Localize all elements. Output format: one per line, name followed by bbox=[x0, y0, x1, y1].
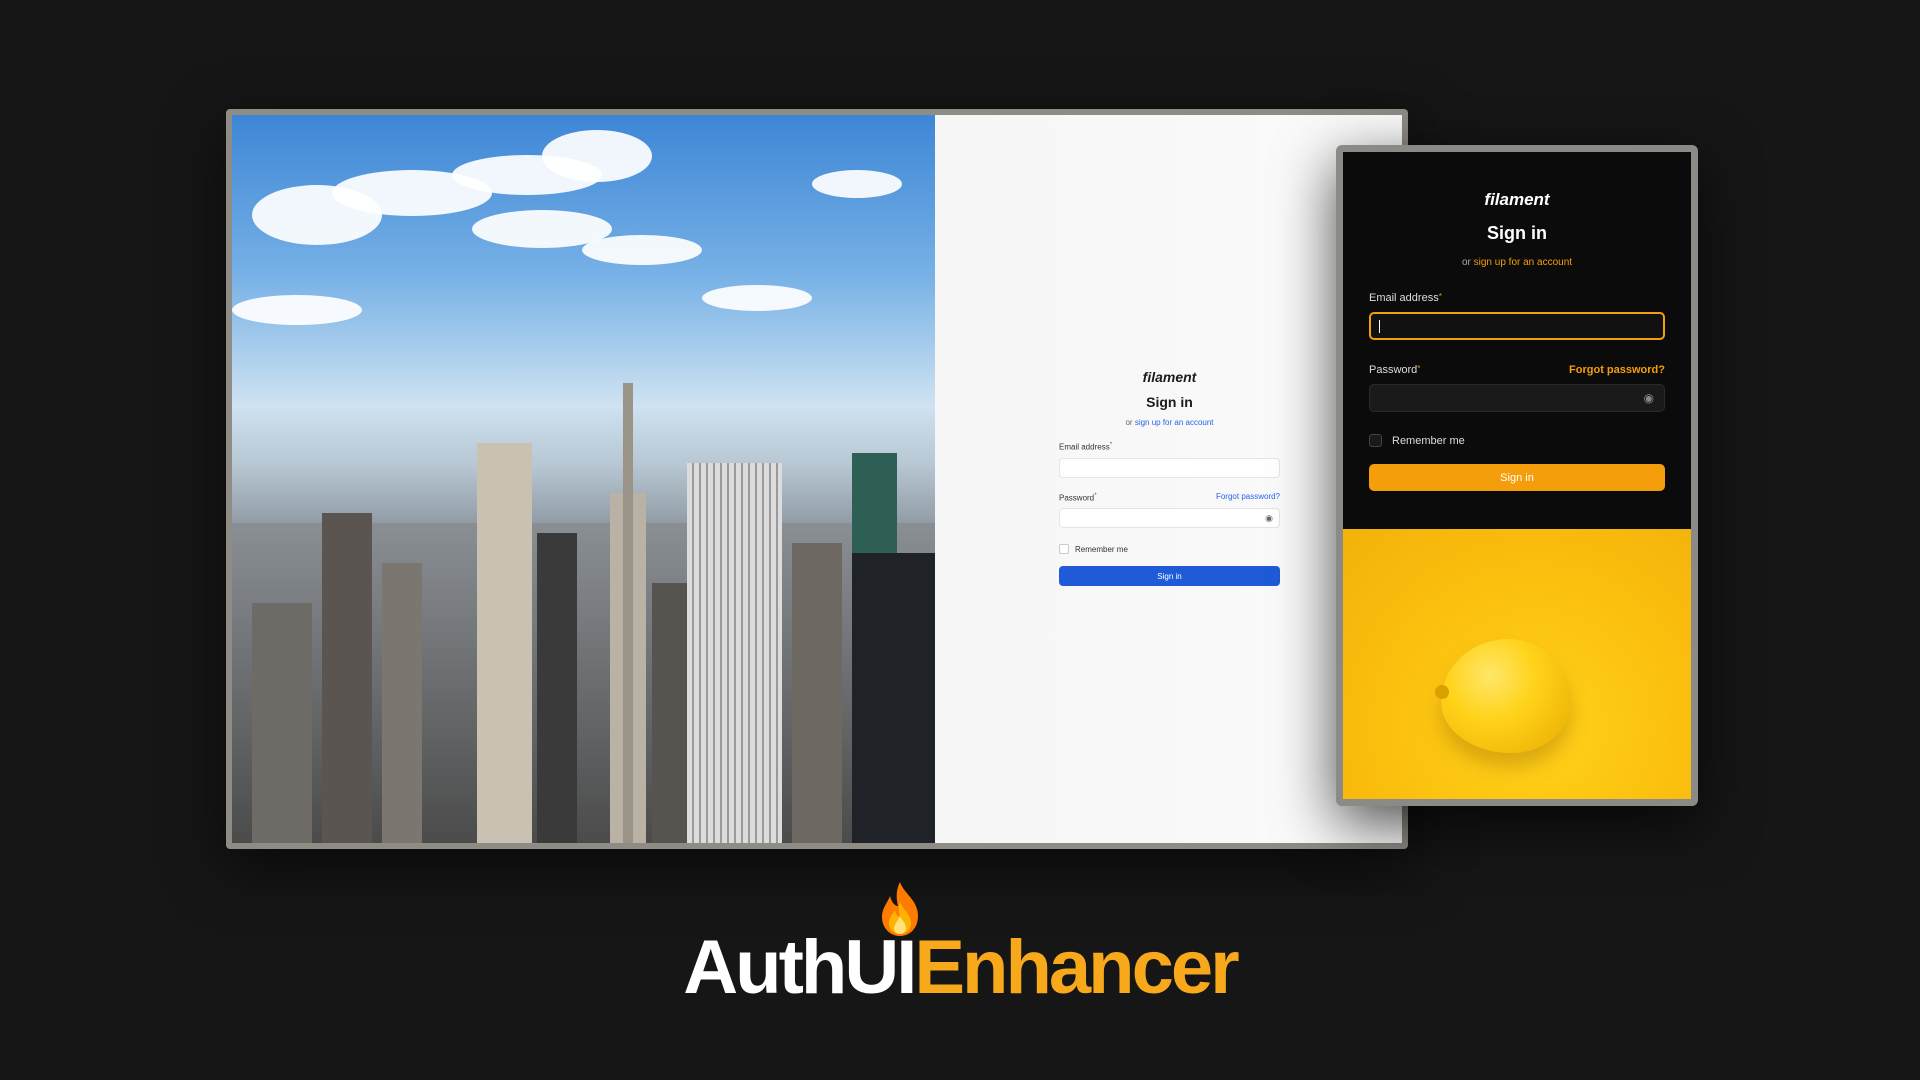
building bbox=[382, 563, 422, 843]
signup-prompt: or sign up for an account bbox=[1059, 418, 1280, 427]
building bbox=[687, 463, 782, 843]
remember-me-row: Remember me bbox=[1059, 544, 1280, 555]
form-title: Sign in bbox=[1146, 394, 1193, 410]
signup-prefix: or bbox=[1461, 257, 1471, 268]
remember-me-row: Remember me bbox=[1369, 434, 1665, 447]
brand-logo: filament bbox=[1142, 369, 1197, 385]
required-mark: * bbox=[1417, 364, 1421, 373]
mobile-login-form: filament Sign in or sign up for an accou… bbox=[1369, 190, 1665, 491]
spire bbox=[623, 383, 633, 843]
brand-logo: filament bbox=[1484, 190, 1550, 209]
email-field[interactable] bbox=[1059, 457, 1280, 478]
cloud bbox=[812, 170, 902, 198]
email-label: Email address bbox=[1059, 442, 1110, 452]
password-field[interactable]: ◉ bbox=[1369, 384, 1665, 412]
cloud bbox=[702, 285, 812, 311]
desktop-login-form: filament Sign in or sign up for an accou… bbox=[1059, 369, 1280, 587]
building bbox=[792, 543, 842, 843]
email-label-row: Email address* bbox=[1369, 292, 1665, 304]
remember-me-label: Remember me bbox=[1392, 434, 1465, 447]
city-skyline-image bbox=[232, 115, 935, 843]
eye-icon[interactable]: ◉ bbox=[1265, 513, 1273, 524]
sign-in-button[interactable]: Sign in bbox=[1059, 566, 1280, 587]
text-cursor bbox=[1379, 320, 1380, 333]
required-mark: * bbox=[1094, 491, 1097, 499]
building bbox=[477, 443, 532, 843]
forgot-password-link[interactable]: Forgot password? bbox=[1569, 364, 1665, 376]
signup-link[interactable]: sign up for an account bbox=[1135, 418, 1214, 427]
remember-me-checkbox[interactable] bbox=[1369, 434, 1382, 447]
remember-me-label: Remember me bbox=[1075, 544, 1128, 554]
required-mark: * bbox=[1109, 441, 1113, 448]
desktop-login-panel: filament Sign in or sign up for an accou… bbox=[935, 115, 1402, 843]
remember-me-checkbox[interactable] bbox=[1059, 544, 1069, 555]
building bbox=[852, 553, 935, 843]
building bbox=[322, 513, 372, 843]
cloud bbox=[252, 185, 382, 245]
eye-icon[interactable]: ◉ bbox=[1644, 391, 1654, 405]
email-field[interactable] bbox=[1369, 312, 1665, 340]
forgot-password-link[interactable]: Forgot password? bbox=[1216, 492, 1280, 503]
email-label: Email address bbox=[1369, 292, 1439, 304]
signup-prompt: or sign up for an account bbox=[1369, 257, 1665, 268]
password-label: Password bbox=[1369, 364, 1418, 376]
password-label-row: Password* Forgot password? bbox=[1369, 364, 1665, 376]
password-field[interactable]: ◉ bbox=[1059, 508, 1280, 529]
cloud bbox=[582, 235, 702, 265]
wordmark-enhancer: Enhancer bbox=[914, 925, 1239, 1010]
signup-link[interactable]: sign up for an account bbox=[1474, 257, 1572, 268]
building bbox=[537, 533, 577, 843]
password-label-row: Password* Forgot password? bbox=[1059, 492, 1280, 503]
lemon bbox=[1435, 639, 1571, 753]
desktop-mockup: filament Sign in or sign up for an accou… bbox=[226, 109, 1408, 849]
wordmark-authui: AuthUI bbox=[683, 925, 917, 1010]
password-label: Password bbox=[1059, 493, 1095, 503]
building bbox=[252, 603, 312, 843]
email-label-row: Email address* bbox=[1059, 441, 1280, 452]
required-mark: * bbox=[1438, 292, 1442, 301]
mobile-mockup: filament Sign in or sign up for an accou… bbox=[1336, 145, 1698, 806]
lemon-tip bbox=[1435, 685, 1449, 699]
cloud bbox=[232, 295, 362, 325]
lemon-image bbox=[1343, 529, 1691, 799]
form-title: Sign in bbox=[1487, 223, 1547, 243]
signup-prefix: or bbox=[1125, 418, 1133, 427]
sign-in-button[interactable]: Sign in bbox=[1369, 464, 1665, 491]
product-wordmark: AuthUIEnhancer bbox=[0, 928, 1920, 1008]
